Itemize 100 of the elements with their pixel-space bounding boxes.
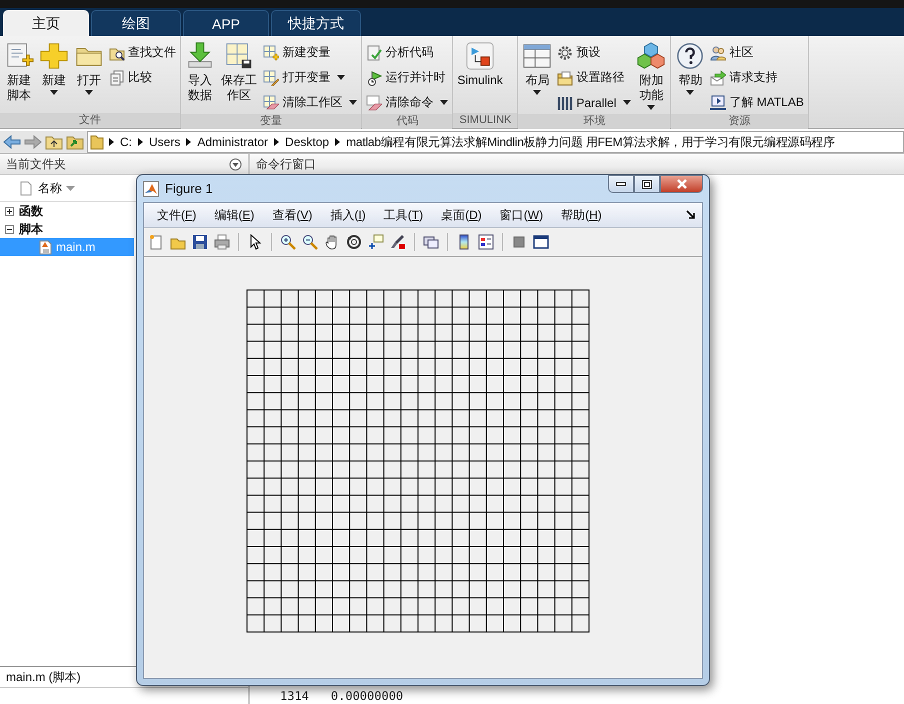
ribbon-button[interactable]: Simulink <box>455 40 505 89</box>
ribbon-tab[interactable]: 主页 <box>3 10 89 36</box>
folder-up-icon[interactable] <box>45 134 63 150</box>
ribbon-button[interactable]: 附加功能 <box>634 40 668 111</box>
minimize-icon <box>616 182 626 186</box>
ribbon-tab[interactable]: 绘图 <box>91 10 181 36</box>
address-field[interactable]: C: Users Administrator Desktop matlab编程有限元算法求解Mindlin板静力问题 用FEM算法求解，用于学习有限元编程源码程序 <box>87 131 904 153</box>
close-button[interactable] <box>660 175 703 193</box>
ribbon-button[interactable]: 帮助 <box>673 40 708 96</box>
collapse-icon[interactable] <box>5 224 14 234</box>
ribbon-button[interactable]: 打开 <box>72 40 106 96</box>
matlab-logo-icon <box>143 180 159 196</box>
back-arrow-icon[interactable] <box>3 135 21 149</box>
ribbon-button[interactable]: 布局 <box>520 40 554 96</box>
printer-icon[interactable] <box>213 233 231 251</box>
help-icon <box>675 41 706 71</box>
menu-item[interactable]: 查看(V) <box>263 206 322 224</box>
ribbon-button[interactable]: 新建变量 <box>261 41 360 64</box>
file-icon <box>20 180 32 196</box>
folder-icon <box>90 134 104 150</box>
expand-icon[interactable] <box>5 206 14 216</box>
menu-item[interactable]: 编辑(E) <box>205 206 264 224</box>
sort-arrow-icon[interactable] <box>66 186 75 190</box>
parallel-bars-icon <box>557 94 574 110</box>
legend-icon[interactable] <box>477 233 495 251</box>
documents-icon <box>109 70 125 86</box>
eraser-icon <box>366 94 382 110</box>
panel-title: 命令行窗口 <box>256 156 316 172</box>
tree-folder[interactable]: 函数 <box>0 202 43 220</box>
path-segment[interactable]: matlab编程有限元算法求解Mindlin板静力问题 用FEM算法求解，用于学习有限元编程源码程序 <box>345 134 836 150</box>
ribbon-button[interactable]: 清除工作区 <box>261 91 360 114</box>
dock-window-icon[interactable] <box>532 233 550 251</box>
tree-folder[interactable]: 脚本 <box>0 220 43 238</box>
grid-eraser-icon <box>263 94 280 110</box>
chevron-icon[interactable] <box>335 138 340 146</box>
simulink-block-icon <box>465 41 496 71</box>
menu-item[interactable]: 工具(T) <box>374 206 432 224</box>
path-segment[interactable]: Administrator <box>196 135 270 149</box>
ribbon-button[interactable]: 新建 <box>37 40 71 96</box>
maximize-button[interactable] <box>634 175 660 193</box>
ribbon-button[interactable]: 预设 <box>555 41 634 64</box>
ribbon-button[interactable]: 新建脚本 <box>2 40 36 104</box>
output-value: 0.00000000 <box>330 689 404 703</box>
ribbon-button[interactable]: 查找文件 <box>107 41 178 64</box>
chevron-icon[interactable] <box>274 138 280 146</box>
ribbon-button[interactable]: 分析代码 <box>364 41 450 64</box>
menu-item[interactable]: 帮助(H) <box>552 206 611 224</box>
menu-item[interactable]: 插入(I) <box>321 206 375 224</box>
ribbon-button[interactable]: 打开变量 <box>261 66 360 89</box>
people-icon <box>710 44 726 60</box>
chevron-icon[interactable] <box>186 138 192 146</box>
ribbon-button[interactable]: Parallel <box>555 91 634 114</box>
ribbon-button[interactable]: 了解 MATLAB <box>708 91 806 114</box>
ribbon-button[interactable]: 比较 <box>107 66 178 89</box>
ribbon-button[interactable]: 清除命令 <box>364 91 450 114</box>
ribbon-button[interactable]: 设置路径 <box>555 66 634 89</box>
cubes-icon <box>636 41 666 71</box>
data-cursor-icon[interactable] <box>367 233 385 251</box>
chevron-icon[interactable] <box>138 138 143 146</box>
minimize-button[interactable] <box>608 175 634 193</box>
path-segment[interactable]: C: <box>119 135 133 149</box>
window-title: Figure 1 <box>165 181 214 196</box>
monitor-play-icon <box>710 94 726 110</box>
zoom-in-icon[interactable] <box>279 233 297 251</box>
maximize-icon <box>642 180 652 188</box>
ribbon-tab[interactable]: 快捷方式 <box>271 10 361 36</box>
column-header[interactable]: 名称 <box>38 180 75 196</box>
grid-pencil-icon <box>263 70 280 86</box>
close-icon <box>676 179 688 189</box>
grid-plus-icon <box>263 44 280 60</box>
checked-document-icon <box>366 44 382 60</box>
chevron-icon[interactable] <box>109 138 114 146</box>
group-label: 文件 <box>0 113 180 128</box>
path-segment[interactable]: Users <box>148 135 182 149</box>
brush-icon[interactable] <box>389 233 407 251</box>
dock-arrow-icon[interactable] <box>686 210 696 220</box>
path-segment[interactable]: Desktop <box>284 135 330 149</box>
zoom-out-icon[interactable] <box>301 233 319 251</box>
envelope-arrow-icon <box>710 70 726 86</box>
folder-icon <box>557 70 574 86</box>
menu-item[interactable]: 文件(F) <box>148 206 206 224</box>
plus-icon <box>39 41 69 71</box>
ribbon-tab[interactable]: APP <box>183 10 269 36</box>
gear-icon <box>557 44 574 60</box>
ribbon-button[interactable]: 运行并计时 <box>364 66 450 89</box>
flag-clock-icon <box>366 70 382 86</box>
panel-menu-icon[interactable] <box>229 158 242 170</box>
menu-item[interactable]: 窗口(W) <box>490 206 552 224</box>
group-label: SIMULINK <box>453 113 518 128</box>
ribbon-button[interactable]: 请求支持 <box>708 66 806 89</box>
menu-item[interactable]: 桌面(D) <box>432 206 491 224</box>
script-file-icon <box>38 240 52 254</box>
rotate-icon[interactable] <box>345 233 363 251</box>
floppy-disk-icon[interactable] <box>191 233 209 251</box>
group-label: 代码 <box>362 114 452 129</box>
ribbon-button[interactable]: 社区 <box>708 41 806 64</box>
folder-browse-icon[interactable] <box>66 134 84 150</box>
ribbon-button[interactable]: 导入数据 <box>183 40 217 104</box>
group-label: 环境 <box>518 114 670 129</box>
ribbon-button[interactable]: 保存工作区 <box>218 40 260 104</box>
